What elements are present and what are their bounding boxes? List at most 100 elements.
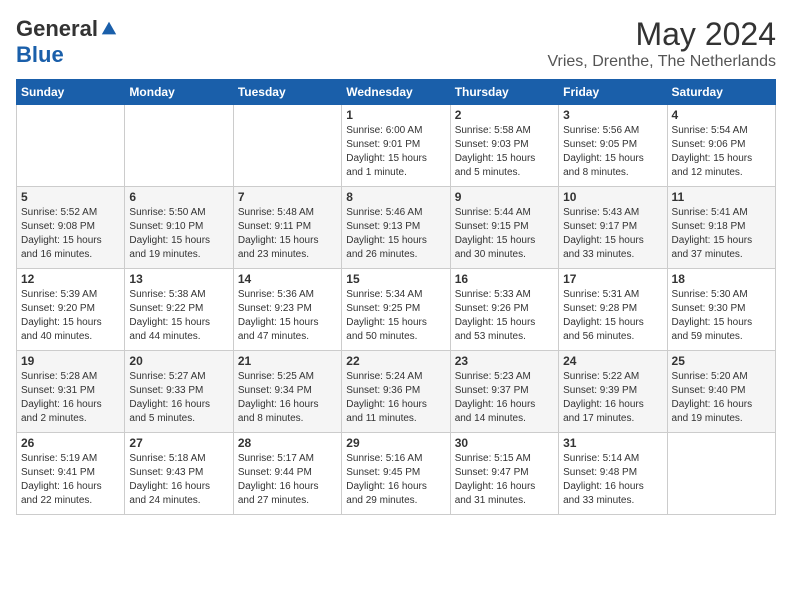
day-detail: Sunrise: 5:30 AM Sunset: 9:30 PM Dayligh… [672, 288, 771, 344]
day-number: 31 [563, 436, 662, 450]
day-number: 14 [238, 272, 337, 286]
logo-icon [100, 20, 118, 38]
day-cell: 2 Sunrise: 5:58 AM Sunset: 9:03 PM Daylig… [450, 105, 558, 187]
day-cell: 30 Sunrise: 5:15 AM Sunset: 9:47 PM Dayli… [450, 433, 558, 515]
day-number: 6 [129, 190, 228, 204]
day-number: 12 [21, 272, 120, 286]
day-cell: 9 Sunrise: 5:44 AM Sunset: 9:15 PM Daylig… [450, 187, 558, 269]
day-cell [17, 105, 125, 187]
day-number: 10 [563, 190, 662, 204]
logo-blue-text: Blue [16, 42, 64, 67]
day-detail: Sunrise: 5:56 AM Sunset: 9:05 PM Dayligh… [563, 124, 662, 180]
logo: General Blue [16, 16, 118, 68]
day-detail: Sunrise: 5:58 AM Sunset: 9:03 PM Dayligh… [455, 124, 554, 180]
day-cell: 5 Sunrise: 5:52 AM Sunset: 9:08 PM Daylig… [17, 187, 125, 269]
day-number: 13 [129, 272, 228, 286]
day-cell: 20 Sunrise: 5:27 AM Sunset: 9:33 PM Dayli… [125, 351, 233, 433]
day-detail: Sunrise: 5:24 AM Sunset: 9:36 PM Dayligh… [346, 370, 445, 426]
day-number: 17 [563, 272, 662, 286]
day-detail: Sunrise: 5:23 AM Sunset: 9:37 PM Dayligh… [455, 370, 554, 426]
day-number: 29 [346, 436, 445, 450]
weekday-header-sunday: Sunday [17, 80, 125, 105]
weekday-header-thursday: Thursday [450, 80, 558, 105]
day-cell: 17 Sunrise: 5:31 AM Sunset: 9:28 PM Dayli… [559, 269, 667, 351]
weekday-header-monday: Monday [125, 80, 233, 105]
weekday-header-friday: Friday [559, 80, 667, 105]
day-number: 3 [563, 108, 662, 122]
day-number: 9 [455, 190, 554, 204]
day-detail: Sunrise: 5:44 AM Sunset: 9:15 PM Dayligh… [455, 206, 554, 262]
location-title: Vries, Drenthe, The Netherlands [547, 53, 776, 71]
calendar-table: SundayMondayTuesdayWednesdayThursdayFrid… [16, 79, 776, 515]
day-number: 16 [455, 272, 554, 286]
day-detail: Sunrise: 5:16 AM Sunset: 9:45 PM Dayligh… [346, 452, 445, 508]
title-block: May 2024 Vries, Drenthe, The Netherlands [547, 16, 776, 71]
day-cell: 13 Sunrise: 5:38 AM Sunset: 9:22 PM Dayli… [125, 269, 233, 351]
day-cell: 21 Sunrise: 5:25 AM Sunset: 9:34 PM Dayli… [233, 351, 341, 433]
day-detail: Sunrise: 5:50 AM Sunset: 9:10 PM Dayligh… [129, 206, 228, 262]
day-number: 2 [455, 108, 554, 122]
day-detail: Sunrise: 5:52 AM Sunset: 9:08 PM Dayligh… [21, 206, 120, 262]
day-number: 28 [238, 436, 337, 450]
day-cell [125, 105, 233, 187]
day-cell: 27 Sunrise: 5:18 AM Sunset: 9:43 PM Dayli… [125, 433, 233, 515]
day-number: 22 [346, 354, 445, 368]
weekday-header-tuesday: Tuesday [233, 80, 341, 105]
day-cell: 10 Sunrise: 5:43 AM Sunset: 9:17 PM Dayli… [559, 187, 667, 269]
month-title: May 2024 [547, 16, 776, 53]
day-detail: Sunrise: 5:31 AM Sunset: 9:28 PM Dayligh… [563, 288, 662, 344]
day-cell [233, 105, 341, 187]
week-row-1: 1 Sunrise: 6:00 AM Sunset: 9:01 PM Daylig… [17, 105, 776, 187]
day-number: 15 [346, 272, 445, 286]
day-number: 4 [672, 108, 771, 122]
day-number: 27 [129, 436, 228, 450]
day-number: 30 [455, 436, 554, 450]
day-number: 8 [346, 190, 445, 204]
day-cell: 7Sunrise: 5:48 AM Sunset: 9:11 PM Daylig… [233, 187, 341, 269]
day-number: 5 [21, 190, 120, 204]
day-cell: 28 Sunrise: 5:17 AM Sunset: 9:44 PM Dayli… [233, 433, 341, 515]
day-detail: Sunrise: 5:33 AM Sunset: 9:26 PM Dayligh… [455, 288, 554, 344]
weekday-header-saturday: Saturday [667, 80, 775, 105]
day-cell: 25 Sunrise: 5:20 AM Sunset: 9:40 PM Dayli… [667, 351, 775, 433]
week-row-5: 26Sunrise: 5:19 AM Sunset: 9:41 PM Dayli… [17, 433, 776, 515]
logo-general-text: General [16, 16, 98, 42]
day-detail: Sunrise: 5:54 AM Sunset: 9:06 PM Dayligh… [672, 124, 771, 180]
day-cell: 22 Sunrise: 5:24 AM Sunset: 9:36 PM Dayli… [342, 351, 450, 433]
day-cell: 16 Sunrise: 5:33 AM Sunset: 9:26 PM Dayli… [450, 269, 558, 351]
day-cell: 11Sunrise: 5:41 AM Sunset: 9:18 PM Dayli… [667, 187, 775, 269]
day-detail: Sunrise: 5:17 AM Sunset: 9:44 PM Dayligh… [238, 452, 337, 508]
day-detail: Sunrise: 5:41 AM Sunset: 9:18 PM Dayligh… [672, 206, 771, 262]
day-cell: 29 Sunrise: 5:16 AM Sunset: 9:45 PM Dayli… [342, 433, 450, 515]
day-cell: 18 Sunrise: 5:30 AM Sunset: 9:30 PM Dayli… [667, 269, 775, 351]
day-number: 25 [672, 354, 771, 368]
day-number: 20 [129, 354, 228, 368]
day-detail: Sunrise: 5:25 AM Sunset: 9:34 PM Dayligh… [238, 370, 337, 426]
day-detail: Sunrise: 5:18 AM Sunset: 9:43 PM Dayligh… [129, 452, 228, 508]
day-number: 7 [238, 190, 337, 204]
day-cell: 4 Sunrise: 5:54 AM Sunset: 9:06 PM Daylig… [667, 105, 775, 187]
day-cell: 19Sunrise: 5:28 AM Sunset: 9:31 PM Dayli… [17, 351, 125, 433]
week-row-2: 5 Sunrise: 5:52 AM Sunset: 9:08 PM Daylig… [17, 187, 776, 269]
day-number: 24 [563, 354, 662, 368]
day-cell: 31 Sunrise: 5:14 AM Sunset: 9:48 PM Dayli… [559, 433, 667, 515]
day-detail: Sunrise: 5:43 AM Sunset: 9:17 PM Dayligh… [563, 206, 662, 262]
day-cell: 15Sunrise: 5:34 AM Sunset: 9:25 PM Dayli… [342, 269, 450, 351]
day-cell: 24Sunrise: 5:22 AM Sunset: 9:39 PM Dayli… [559, 351, 667, 433]
day-detail: Sunrise: 5:15 AM Sunset: 9:47 PM Dayligh… [455, 452, 554, 508]
day-detail: Sunrise: 5:46 AM Sunset: 9:13 PM Dayligh… [346, 206, 445, 262]
day-number: 18 [672, 272, 771, 286]
weekday-header-row: SundayMondayTuesdayWednesdayThursdayFrid… [17, 80, 776, 105]
day-number: 1 [346, 108, 445, 122]
day-detail: Sunrise: 6:00 AM Sunset: 9:01 PM Dayligh… [346, 124, 445, 180]
weekday-header-wednesday: Wednesday [342, 80, 450, 105]
day-detail: Sunrise: 5:20 AM Sunset: 9:40 PM Dayligh… [672, 370, 771, 426]
day-detail: Sunrise: 5:27 AM Sunset: 9:33 PM Dayligh… [129, 370, 228, 426]
day-number: 21 [238, 354, 337, 368]
day-detail: Sunrise: 5:38 AM Sunset: 9:22 PM Dayligh… [129, 288, 228, 344]
day-cell: 3 Sunrise: 5:56 AM Sunset: 9:05 PM Daylig… [559, 105, 667, 187]
day-cell: 23Sunrise: 5:23 AM Sunset: 9:37 PM Dayli… [450, 351, 558, 433]
day-detail: Sunrise: 5:14 AM Sunset: 9:48 PM Dayligh… [563, 452, 662, 508]
day-cell: 14 Sunrise: 5:36 AM Sunset: 9:23 PM Dayli… [233, 269, 341, 351]
day-detail: Sunrise: 5:36 AM Sunset: 9:23 PM Dayligh… [238, 288, 337, 344]
